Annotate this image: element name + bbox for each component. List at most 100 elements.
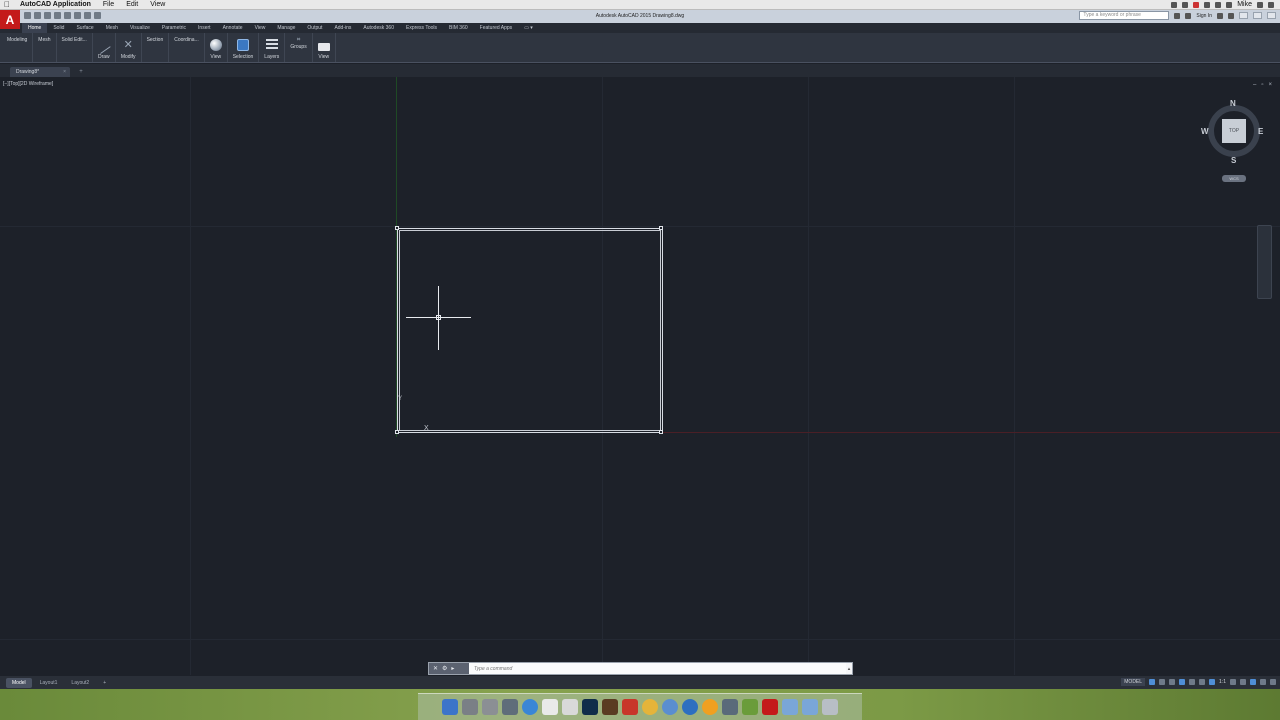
autocad-logo-icon[interactable]: A [0,10,20,29]
menubar-user[interactable]: Mike [1237,1,1252,8]
viewport-minimize-button[interactable]: – [1253,82,1256,88]
viewport-restore-button[interactable]: ▫ [1261,82,1263,88]
folder-icon[interactable] [802,699,818,715]
tab-visualize[interactable]: Visualize [124,23,156,33]
selection-button[interactable]: Selection [228,33,260,62]
menu-view[interactable]: View [144,0,171,10]
menu-file[interactable]: File [97,0,120,10]
tab-layout1[interactable]: Layout1 [34,678,64,688]
binoculars-icon[interactable] [1174,12,1181,19]
groups-button[interactable]: ⌗ Groups [285,33,313,62]
close-tab-icon[interactable]: × [63,67,66,77]
calendar-icon[interactable] [562,699,578,715]
search-icon[interactable] [1257,1,1263,8]
app-icon[interactable] [702,699,718,715]
app-icon[interactable] [662,699,678,715]
command-history-icon[interactable]: ▴ [846,666,852,672]
app-icon[interactable] [722,699,738,715]
viewport-close-button[interactable]: × [1268,82,1272,88]
coordinates-button[interactable]: Coordina... [169,33,205,62]
customize-command-icon[interactable]: ⚙ [442,665,447,672]
wcs-dropdown[interactable]: WCS [1222,175,1246,182]
close-button[interactable] [1267,12,1276,19]
app-icon[interactable] [742,699,758,715]
grid-toggle-icon[interactable] [1149,679,1156,685]
sign-in-button[interactable]: Sign In [1196,13,1212,19]
tab-express-tools[interactable]: Express Tools [400,23,443,33]
tray-icon[interactable] [1193,1,1200,8]
viewcube[interactable]: TOP N S E W [1201,99,1264,165]
notes-icon[interactable] [542,699,558,715]
help-search-input[interactable]: Type a keyword or phrase [1079,11,1170,20]
drawing-canvas[interactable]: [−][Top][2D Wireframe] – ▫ × Y X TOP N S… [0,77,1280,675]
tab-output[interactable]: Output [301,23,328,33]
filezilla-icon[interactable] [622,699,638,715]
viewport-controls-label[interactable]: [−][Top][2D Wireframe] [3,81,53,87]
viewcube-west[interactable]: W [1201,127,1209,136]
tab-autodesk-360[interactable]: Autodesk 360 [357,23,400,33]
autocad-dock-icon[interactable] [762,699,778,715]
layers-button[interactable]: Layers [259,33,286,62]
viewcube-south[interactable]: S [1231,156,1236,165]
maximize-button[interactable] [1253,12,1262,19]
tab-parametric[interactable]: Parametric [156,23,192,33]
app-store-icon[interactable] [682,699,698,715]
customization-menu-icon[interactable] [1270,679,1276,685]
annotation-visibility-icon[interactable] [1209,679,1216,685]
navigation-bar[interactable] [1257,225,1272,299]
snap-toggle-icon[interactable] [1159,679,1166,685]
clean-screen-icon[interactable] [1260,679,1266,685]
finder-icon[interactable] [442,699,458,715]
tab-bim-360[interactable]: BIM 360 [443,23,474,33]
grip-handle[interactable] [659,226,663,230]
battery-icon[interactable] [1226,1,1233,8]
otrack-toggle-icon[interactable] [1199,679,1206,685]
view2-button[interactable]: View [313,33,336,62]
apple-icon[interactable]:  [0,0,14,9]
app-icon[interactable] [502,699,518,715]
system-preferences-icon[interactable] [462,699,478,715]
notification-icon[interactable] [1268,1,1274,8]
tab-insert[interactable]: Insert [192,23,217,33]
add-icon[interactable] [1240,679,1246,685]
polar-toggle-icon[interactable] [1179,679,1186,685]
close-command-icon[interactable]: ✕ [433,665,438,672]
modify-button[interactable]: ✕ Modify [116,33,142,62]
exchange-icon[interactable] [1217,12,1223,19]
annotation-scale[interactable]: 1:1 [1219,679,1226,685]
viewcube-north[interactable]: N [1230,99,1236,108]
viewcube-top-face[interactable]: TOP [1222,119,1246,143]
view-button[interactable]: View [205,33,228,62]
trash-icon[interactable] [822,699,838,715]
model-space-button[interactable]: MODEL [1121,678,1146,686]
wifi-icon[interactable] [1204,1,1211,8]
app-icon[interactable] [482,699,498,715]
help-icon[interactable] [1228,12,1234,19]
ortho-toggle-icon[interactable] [1169,679,1176,685]
tab-add-ins[interactable]: Add-ins [328,23,357,33]
safari-icon[interactable] [522,699,538,715]
photoshop-icon[interactable] [582,699,598,715]
recent-commands-icon[interactable]: ▸ [451,665,454,672]
tab-solid[interactable]: Solid [47,23,70,33]
tray-icon[interactable] [1182,1,1189,8]
file-tab-drawing8[interactable]: Drawing8* × [10,67,70,77]
solid-edit-button[interactable]: Solid Edit... [57,33,93,62]
tab-manage[interactable]: Manage [271,23,301,33]
add-layout-button[interactable]: + [97,678,112,688]
viewcube-east[interactable]: E [1258,127,1263,136]
isolate-objects-icon[interactable] [1250,679,1256,685]
grip-handle[interactable] [395,226,399,230]
tab-home[interactable]: Home [22,23,48,33]
tray-icon[interactable] [1171,1,1178,8]
ribbon-options-icon[interactable]: ▭ ▾ [518,23,539,33]
minimize-button[interactable] [1239,12,1248,19]
chrome-icon[interactable] [642,699,658,715]
volume-icon[interactable] [1215,1,1222,8]
menu-app-name[interactable]: AutoCAD Application [14,0,97,10]
modeling-button[interactable]: Modeling [2,33,34,62]
tab-annotate[interactable]: Annotate [217,23,249,33]
command-input[interactable] [469,663,846,674]
draw-button[interactable]: Draw [93,33,116,62]
new-tab-button[interactable]: + [76,67,86,77]
